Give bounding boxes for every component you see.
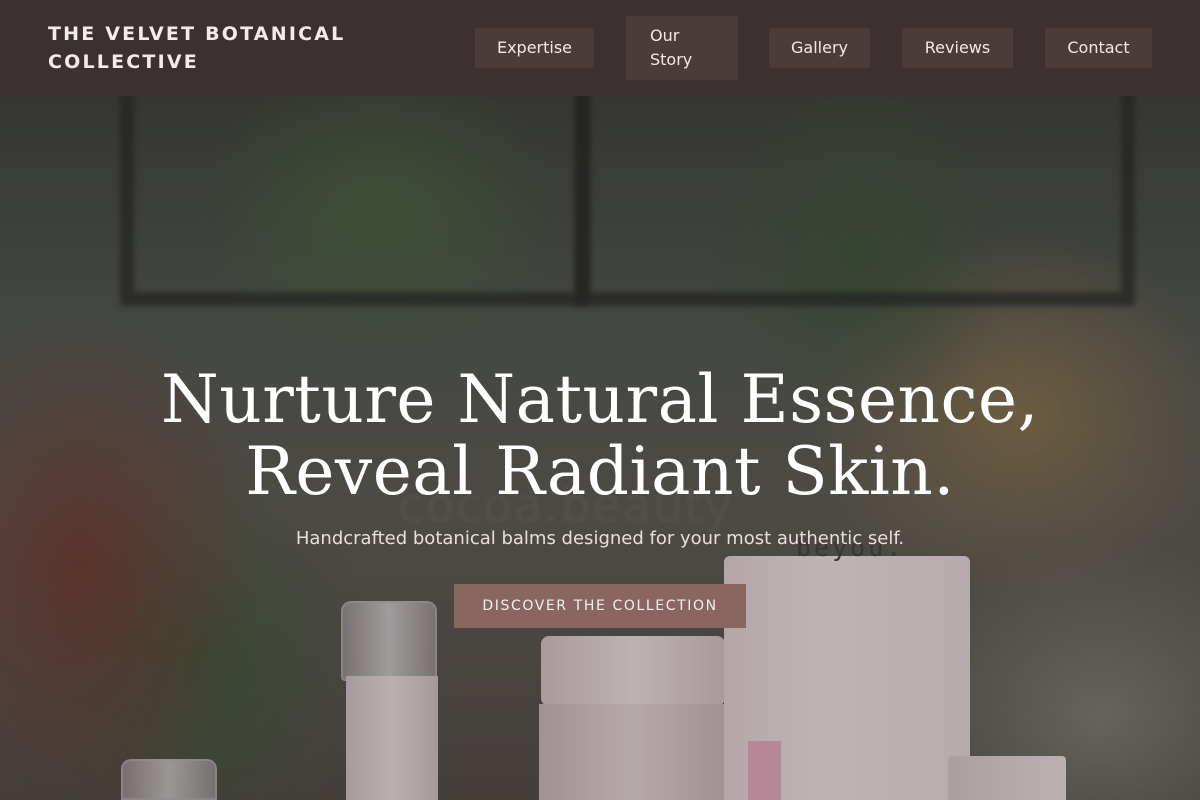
brand-logo[interactable]: THE VELVET BOTANICAL COLLECTIVE [48,20,368,76]
site-header: THE VELVET BOTANICAL COLLECTIVE Expertis… [0,0,1200,96]
nav-our-story-button[interactable]: Our Story [626,16,738,80]
nav-reviews-button[interactable]: Reviews [902,28,1013,68]
discover-collection-button[interactable]: DISCOVER THE COLLECTION [454,584,746,628]
hero-subheadline: Handcrafted botanical balms designed for… [295,528,905,549]
hero-headline: Nurture Natural Essence, Reveal Radiant … [160,361,1040,510]
nav-gallery-button[interactable]: Gallery [769,28,870,68]
nav-expertise-button[interactable]: Expertise [475,28,594,68]
nav-our-story-label: Our Story [650,26,693,69]
nav-contact-button[interactable]: Contact [1045,28,1152,68]
